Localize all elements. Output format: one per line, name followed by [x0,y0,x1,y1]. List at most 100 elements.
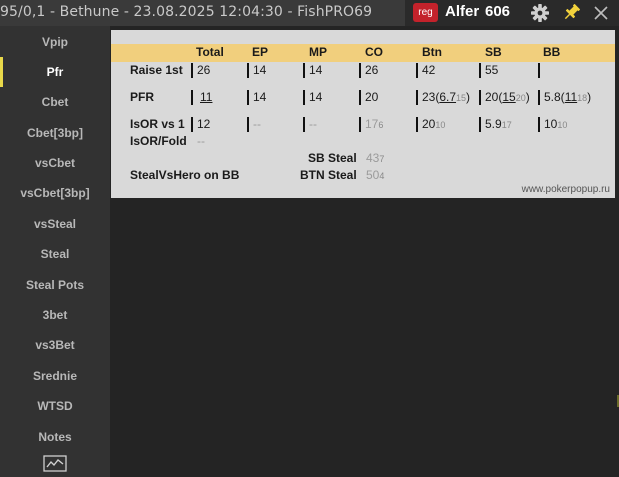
cell-raise-first-co: 26 [365,63,379,77]
btn-steal-main: 50 [366,168,380,182]
cell-divider [359,117,361,132]
sidebar-item-cbet[interactable]: Cbet [0,87,110,117]
col-header-ep: EP [252,45,269,59]
window-title: 95/0,1 - Bethune - 23.08.2025 12:04:30 -… [0,4,373,20]
btn-steal-label: BTN Steal [300,168,357,182]
sidebar-item-vpip[interactable]: Vpip [0,27,110,57]
header-strip [111,44,615,62]
cell-pfr-btn-link[interactable]: 6.7 [439,90,456,104]
cell-pfr-total[interactable]: 11 [200,90,212,104]
website-link[interactable]: www.pokerpopup.ru [522,184,610,195]
col-header-sb: SB [485,45,502,59]
cell-divider [538,90,540,105]
cell-isor-btn-sample: 10 [435,120,446,130]
close-icon[interactable] [590,0,612,26]
cell-pfr-btn-sample: 15 [456,93,467,103]
cell-pfr-bb-link[interactable]: 11 [565,90,577,104]
cell-divider [479,63,481,78]
cell-isor-btn-main: 20 [422,117,436,131]
sidebar-item-vssteal[interactable]: vsSteal [0,209,110,239]
cell-divider [247,63,249,78]
cell-isor-sb-sample: 17 [501,120,512,130]
player-header: reg Alfer 606 [405,0,619,26]
player-name: Alfer [445,3,480,20]
cell-raise-first-sb: 55 [485,63,499,77]
cell-isor-bb: 1010 [544,117,567,131]
sb-steal-main: 43 [366,151,380,165]
gear-icon[interactable] [529,0,551,26]
sidebar-item-vscbet[interactable]: vsCbet [0,148,110,178]
pin-icon[interactable] [560,0,582,26]
sidebar-item-pfr[interactable]: Pfr [0,57,110,87]
sb-steal-sample: 7 [379,154,385,164]
cell-isor-sb: 5.917 [485,117,512,131]
cell-divider [191,90,193,105]
sb-steal-label: SB Steal [308,151,357,165]
cell-divider [416,90,418,105]
cell-divider [538,63,540,78]
cell-pfr-bb-main: 5.8( [544,90,565,104]
sidebar-item-3bet[interactable]: 3bet [0,300,110,330]
cell-divider [191,117,193,132]
col-header-bb: BB [543,45,561,59]
cell-isor-bb-sample: 10 [557,120,568,130]
cell-pfr-btn-close: ) [466,90,471,104]
steal-vs-hero-label: StealVsHero on BB [130,168,240,182]
cell-divider [359,90,361,105]
cell-divider [191,63,193,78]
cell-pfr-btn: 23(6.715) [422,90,470,104]
sidebar-item-vscbet-3bp[interactable]: vsCbet[3bp] [0,178,110,208]
cell-raise-first-mp: 14 [309,63,323,77]
row-label-isor-fold: IsOR/Fold [130,134,187,148]
cell-pfr-bb-close: ) [587,90,592,104]
stats-sidebar: Vpip Pfr Cbet Cbet[3bp] vsCbet vsCbet[3b… [0,26,110,477]
col-header-btn: Btn [422,45,442,59]
cell-pfr-co: 20 [365,90,379,104]
sidebar-item-vs3bet[interactable]: vs3Bet [0,330,110,360]
sidebar-item-cbet-3bp[interactable]: Cbet[3bp] [0,118,110,148]
cell-isor-co: 176 [365,117,383,131]
sidebar-item-steal[interactable]: Steal [0,239,110,269]
col-header-co: CO [365,45,383,59]
cell-isor-fold-value: -- [197,134,205,148]
cell-divider [303,90,305,105]
sidebar-item-steal-pots[interactable]: Steal Pots [0,270,110,300]
cell-raise-first-btn: 42 [422,63,436,77]
btn-steal-value: 504 [366,168,384,182]
cell-divider [416,63,418,78]
sb-steal-value: 437 [366,151,384,165]
title-bar: 95/0,1 - Bethune - 23.08.2025 12:04:30 -… [0,0,619,26]
btn-steal-sample: 4 [379,171,385,181]
player-type-badge[interactable]: reg [413,3,438,22]
cell-isor-mp: -- [309,117,317,131]
cell-isor-sb-main: 5.9 [485,117,502,131]
cell-divider [359,63,361,78]
cell-pfr-bb: 5.8(1118) [544,90,591,104]
cell-divider [303,117,305,132]
chart-icon[interactable] [43,455,67,473]
sidebar-item-notes[interactable]: Notes [0,422,110,452]
pfr-stats-panel: Total EP MP CO Btn SB BB Raise 1st 26 14… [111,30,615,198]
sidebar-item-wtsd[interactable]: WTSD [0,391,110,421]
cell-raise-first-total: 26 [197,63,211,77]
cell-divider [479,117,481,132]
cell-divider [416,117,418,132]
col-header-mp: MP [309,45,327,59]
cell-pfr-mp: 14 [309,90,323,104]
cell-pfr-sb-sample: 20 [515,93,526,103]
cell-isor-btn: 2010 [422,117,445,131]
cell-isor-co-sample: 6 [378,120,384,130]
main-area: Total EP MP CO Btn SB BB Raise 1st 26 14… [110,26,619,477]
row-label-pfr: PFR [130,90,154,104]
cell-pfr-ep: 14 [253,90,267,104]
cell-pfr-sb: 20(1520) [485,90,530,104]
cell-isor-bb-main: 10 [544,117,558,131]
cell-divider [538,117,540,132]
sidebar-item-srednie[interactable]: Srednie [0,361,110,391]
cell-pfr-sb-link[interactable]: 15 [502,90,515,104]
cell-pfr-btn-main: 23( [422,90,440,104]
cell-divider [303,63,305,78]
cell-pfr-sb-close: ) [525,90,530,104]
cell-isor-ep: -- [253,117,261,131]
cell-divider [479,90,481,105]
